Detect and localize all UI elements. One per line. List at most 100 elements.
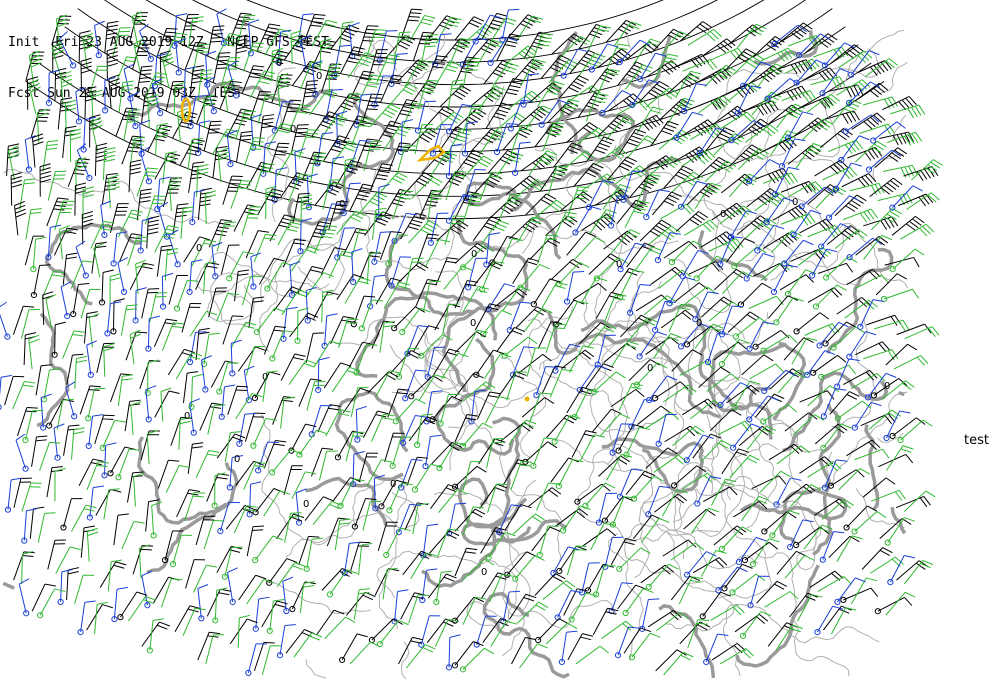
barb-feather [267,27,279,30]
barb-feather [441,108,452,115]
barb-feather [152,202,164,205]
barb-feather [85,97,97,102]
barb-shaft [100,205,105,235]
barb-feather [269,23,281,27]
wind-barb [280,353,306,381]
barb-shaft [60,286,68,317]
barb-feather [381,417,393,420]
barb-feather [15,208,26,214]
wind-barb [253,233,277,263]
barb-shaft [227,386,238,415]
barb-feather [658,189,670,193]
wind-barb [46,197,69,227]
barb-shaft [238,414,246,444]
barb-feather [540,37,552,39]
wind-barb [572,282,607,300]
barb-shaft [392,436,402,466]
barb-shaft [884,256,914,266]
barb-feather [299,173,311,176]
wind-barb [390,349,422,374]
barb-feather [686,77,698,82]
barb-feather [65,125,77,129]
barb-feather [342,102,354,108]
wind-barb [646,375,678,404]
barb-feather [313,17,325,20]
barb-shaft [117,262,125,293]
barb-shaft [404,258,414,288]
barb-feather [912,185,923,192]
barb-feather [274,153,286,156]
barb-feather [30,208,42,211]
barb-feather [545,238,557,241]
barb-shaft [417,80,428,110]
barb-feather [615,371,626,379]
barb-feather [597,282,607,291]
barb-shaft [162,58,170,89]
barb-feather [570,83,582,90]
coastline [608,533,644,661]
barb-feather [216,63,228,66]
barb-feather [423,226,434,233]
barb-feather [368,255,380,258]
barb-feather [0,301,7,308]
barb-feather [499,105,511,110]
barb-feather [375,207,387,211]
barb-shaft [197,123,201,154]
barb-feather [205,239,217,243]
barb-shaft [195,262,209,291]
barb-feather [791,230,802,237]
barb-shaft [32,239,37,270]
wind-barb [772,205,807,221]
barb-feather [126,107,138,110]
barb-feather [66,252,78,256]
barb-feather [775,363,784,373]
barb-feather [390,231,402,234]
barb-feather [82,214,94,219]
barb-feather [164,35,176,38]
wind-barb-map: 00000000 00000000000 [0,0,943,680]
barb-shaft [28,84,37,114]
barb-feather [855,326,866,334]
barb-feather [743,51,754,58]
barb-feather [328,187,339,193]
barb-shaft [262,143,266,174]
barb-feather [88,313,100,319]
barb-feather [332,121,344,127]
wind-barb [749,363,784,380]
barb-feather [556,281,568,286]
barb-shaft [220,245,230,275]
barb-feather [900,133,907,144]
barb-feather [214,233,226,237]
wind-barb [67,158,90,187]
wind-barb [339,46,365,74]
wind-barb [26,76,39,110]
barb-shaft [13,205,19,236]
barb-shaft [160,391,164,422]
wind-barb [663,240,698,259]
barb-shaft [305,333,314,363]
barb-feather [555,323,567,326]
barb-feather [175,214,187,218]
barb-feather [148,215,160,219]
barb-feather [846,105,857,111]
barb-feather [429,280,441,283]
calm-circle [216,388,223,395]
barb-shaft [355,409,358,440]
barb-feather [663,127,675,132]
barb-feather [160,50,171,55]
wind-barb [86,340,98,378]
wind-barb [804,323,840,336]
barb-feather [331,88,343,91]
barb-feather [294,148,306,153]
wind-barb [773,297,804,326]
barb-feather [397,43,408,50]
wind-barb [350,248,363,286]
wind-barb [10,172,23,206]
barb-feather [147,227,159,231]
barb-feather [231,339,242,344]
barb-feather [59,225,70,230]
barb-shaft [263,326,276,355]
barb-feather [117,257,128,264]
barb-feather [617,43,629,47]
coastline [651,194,765,211]
